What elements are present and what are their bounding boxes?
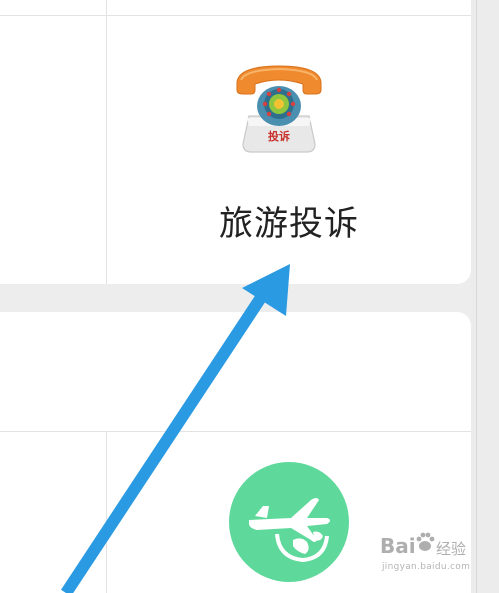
watermark-text: Bai (380, 534, 416, 558)
tile-label-travel-complaint: 旅游投诉 (219, 204, 359, 244)
service-card-top: 投诉 旅游投诉 (0, 0, 471, 284)
paw-icon (416, 532, 435, 551)
phone-badge-text: 投诉 (268, 129, 290, 143)
tile-travel-complaint[interactable]: 投诉 旅游投诉 (107, 16, 471, 284)
right-edge-line (476, 0, 477, 593)
watermark-suffix: 经验 (436, 540, 467, 558)
watermark: Bai 经验 jingyan.baidu.com (380, 528, 476, 582)
airplane-globe-icon (229, 462, 349, 582)
watermark-url: jingyan.baidu.com (382, 562, 471, 572)
phone-icon: 投诉 (236, 65, 322, 153)
